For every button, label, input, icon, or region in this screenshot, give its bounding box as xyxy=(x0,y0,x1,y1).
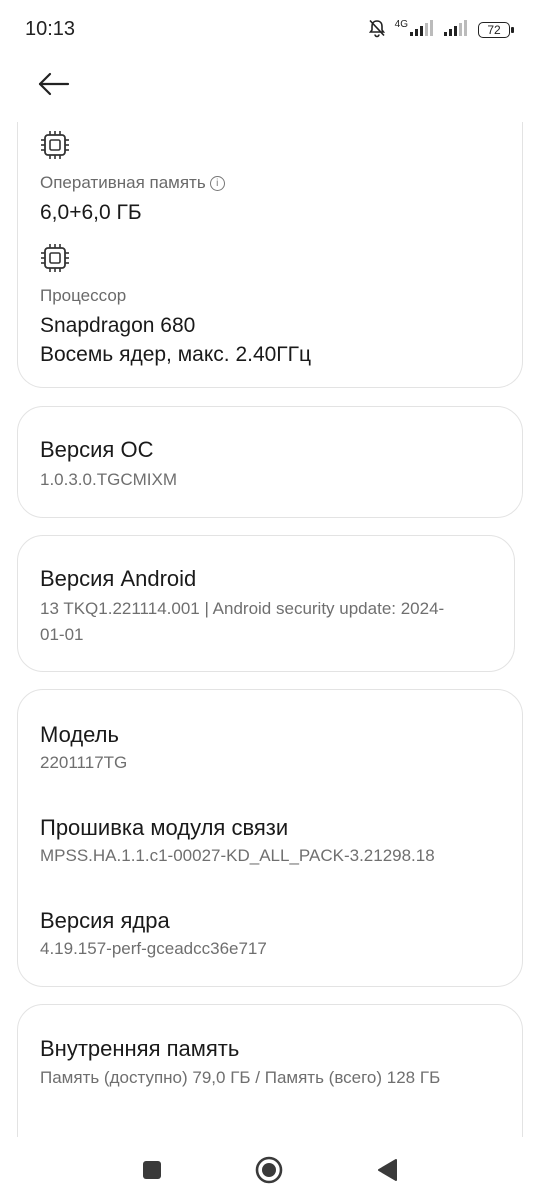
home-circle-icon xyxy=(255,1156,283,1184)
ram-value: 6,0+6,0 ГБ xyxy=(40,201,142,224)
recents-button[interactable] xyxy=(137,1155,167,1185)
hardware-card: Оперативная память i 6,0+6,0 ГБ Процессор… xyxy=(17,122,523,388)
info-icon[interactable]: i xyxy=(209,176,225,191)
bell-off-icon xyxy=(367,18,387,43)
model-title: Модель xyxy=(40,722,119,747)
battery-icon: 72 xyxy=(478,22,514,38)
status-time: 10:13 xyxy=(25,18,76,40)
signal-4g-icon xyxy=(410,19,436,41)
kernel-title: Версия ядра xyxy=(40,908,170,933)
cpu-value-line1: Snapdragon 680 xyxy=(40,314,196,337)
android-version-value: 13 TKQ1.221114.001 | Android security up… xyxy=(40,599,445,644)
os-version-value: 1.0.3.0.TGCMIXM xyxy=(40,470,177,489)
android-version-card[interactable]: Версия Android 13 TKQ1.221114.001 | Andr… xyxy=(17,535,515,672)
status-icons: 4G 72 xyxy=(367,18,514,43)
cpu-value-line2: Восемь ядер, макс. 2.40ГГц xyxy=(40,343,312,366)
content-scroll[interactable]: Оперативная память i 6,0+6,0 ГБ Процессор… xyxy=(0,122,540,1137)
cpu-label: Процессор xyxy=(40,286,127,305)
arrow-left-icon xyxy=(38,72,70,96)
baseband-title: Прошивка модуля связи xyxy=(40,815,289,840)
home-button[interactable] xyxy=(254,1155,284,1185)
android-version-title: Версия Android xyxy=(40,566,197,591)
back-nav-button[interactable] xyxy=(372,1155,402,1185)
back-button[interactable] xyxy=(32,66,76,102)
chip-icon xyxy=(41,131,69,159)
ram-label: Оперативная память i xyxy=(40,173,225,193)
storage-value: Память (доступно) 79,0 ГБ / Память (всег… xyxy=(40,1068,441,1087)
kernel-value: 4.19.157-perf-gceadcc36e717 xyxy=(40,939,267,958)
signal-icon xyxy=(444,19,470,41)
status-bar: 10:13 4G 72 xyxy=(0,0,540,60)
navigation-bar xyxy=(0,1140,540,1200)
chip-icon xyxy=(41,244,69,272)
storage-title: Внутренняя память xyxy=(40,1036,240,1061)
back-triangle-icon xyxy=(378,1159,397,1181)
network-type-label: 4G xyxy=(394,18,408,30)
os-version-title: Версия ОС xyxy=(40,437,154,462)
storage-card[interactable]: Внутренняя память Память (доступно) 79,0… xyxy=(17,1004,523,1137)
recents-square-icon xyxy=(143,1161,161,1179)
model-value: 2201117TG xyxy=(40,753,128,772)
device-info-card: Модель 2201117TG Прошивка модуля связи M… xyxy=(17,689,523,987)
baseband-value: MPSS.HA.1.1.c1-00027-KD_ALL_PACK-3.21298… xyxy=(40,846,435,865)
os-version-card[interactable]: Версия ОС 1.0.3.0.TGCMIXM xyxy=(17,406,523,518)
